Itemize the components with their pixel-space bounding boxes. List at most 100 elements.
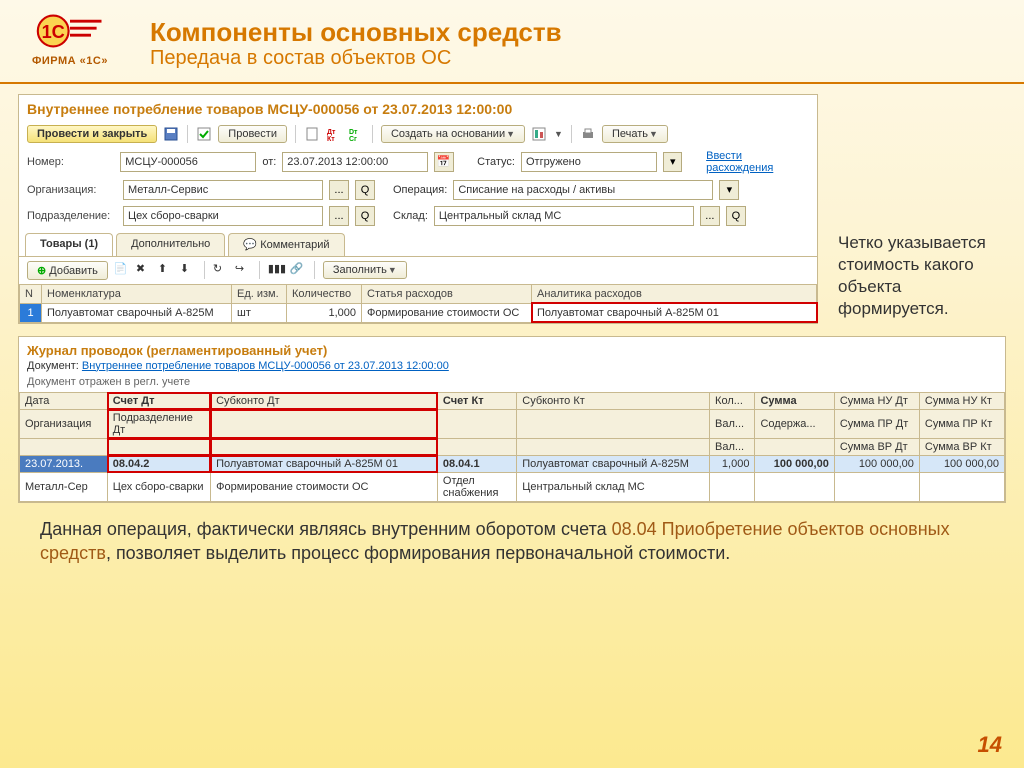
number-input[interactable]: МСЦУ-000056 <box>120 152 256 172</box>
redo-icon[interactable]: ↻ <box>213 262 229 278</box>
jcol-subdt: Субконто Дт <box>211 392 438 409</box>
number-label: Номер: <box>27 156 114 168</box>
post-button[interactable]: Провести <box>218 125 287 143</box>
print-icon[interactable] <box>580 126 596 142</box>
cell-qty: 1,000 <box>287 303 362 322</box>
cell-nom: Полуавтомат сварочный А-825М <box>42 303 232 322</box>
jcell-subdt: Полуавтомат сварочный А-825М 01 <box>211 455 438 472</box>
journal-row[interactable]: 23.07.2013. 08.04.2 Полуавтомат сварочны… <box>20 455 1005 472</box>
calendar-button[interactable]: 📅 <box>434 152 453 172</box>
doc-icon[interactable] <box>304 126 320 142</box>
print-button[interactable]: Печать▼ <box>602 125 668 143</box>
journal-doc-link[interactable]: Внутреннее потребление товаров МСЦУ-0000… <box>82 360 449 372</box>
jcol-val: Вал... <box>710 409 755 438</box>
svg-text:Dт: Dт <box>349 129 358 136</box>
jcol-podr: Подразделение Дт <box>107 409 210 438</box>
up-icon[interactable]: ⬆ <box>158 262 174 278</box>
goods-grid: N Номенклатура Ед. изм. Количество Стать… <box>19 284 817 323</box>
jcell-date: 23.07.2013. <box>20 455 108 472</box>
report-icon[interactable] <box>531 126 547 142</box>
from-label: от: <box>262 156 276 168</box>
status-drop-button[interactable]: ▾ <box>663 152 682 172</box>
tab-additional[interactable]: Дополнительно <box>116 233 225 256</box>
jcol-snu-dt: Сумма НУ Дт <box>834 392 919 409</box>
add-button[interactable]: ⊕ Добавить <box>27 261 108 280</box>
page-title: Компоненты основных средств <box>150 18 562 47</box>
dtkt-icon[interactable]: ДтКт <box>326 126 342 142</box>
delete-icon[interactable]: ✖ <box>136 262 152 278</box>
sklad-pick-button[interactable]: ... <box>700 206 720 226</box>
svg-text:Кт: Кт <box>327 136 335 142</box>
col-qty: Количество <box>287 284 362 303</box>
cell-n: 1 <box>20 303 42 322</box>
page-header: 1С ФИРМА «1С» Компоненты основных средст… <box>0 0 1024 78</box>
tabs: Товары (1) Дополнительно 💬Комментарий <box>19 233 817 257</box>
tab-comment[interactable]: 💬Комментарий <box>228 233 344 256</box>
from-input[interactable]: 23.07.2013 12:00:00 <box>282 152 428 172</box>
col-anal: Аналитика расходов <box>532 284 817 303</box>
org-label: Организация: <box>27 184 117 196</box>
podr-input[interactable]: Цех сборо-сварки <box>123 206 323 226</box>
jcell-skt: 08.04.1 <box>437 455 516 472</box>
tab-goods[interactable]: Товары (1) <box>25 233 113 256</box>
oper-drop-button[interactable]: ▾ <box>719 180 739 200</box>
post-and-close-button[interactable]: Провести и закрыть <box>27 125 157 143</box>
status-label: Статус: <box>477 156 515 168</box>
col-art: Статья расходов <box>362 284 532 303</box>
status-input[interactable]: Отгружено <box>521 152 657 172</box>
journal-row[interactable]: Металл-Сер Цех сборо-сварки Формирование… <box>20 472 1005 501</box>
dtkt-green-icon[interactable]: DтCг <box>348 126 364 142</box>
link-icon[interactable]: 🔗 <box>290 262 306 278</box>
jcell-sdt: 08.04.2 <box>107 455 210 472</box>
jcol-snu-kt: Сумма НУ Кт <box>919 392 1004 409</box>
copy-icon[interactable]: 📄 <box>114 262 130 278</box>
jcol-vs: Вал... <box>710 438 755 455</box>
journal-reflected: Документ отражен в регл. учете <box>19 376 1005 392</box>
page-number: 14 <box>978 732 1002 758</box>
journal-title: Журнал проводок (регламентированный учет… <box>19 337 1005 360</box>
fill-button[interactable]: Заполнить▼ <box>323 261 407 279</box>
toolbar-sep <box>571 125 572 143</box>
barcode-icon[interactable]: ▮▮▮ <box>268 262 284 278</box>
share-icon[interactable]: ↪ <box>235 262 251 278</box>
save-icon[interactable] <box>163 126 179 142</box>
jcol-sum: Сумма <box>755 392 834 409</box>
sklad-open-button[interactable]: Q <box>726 206 746 226</box>
down-icon[interactable]: ⬇ <box>180 262 196 278</box>
org-open-button[interactable]: Q <box>355 180 375 200</box>
jcol-skt: Счет Кт <box>437 392 516 409</box>
doc-title: Внутреннее потребление товаров МСЦУ-0000… <box>19 95 817 121</box>
org-input[interactable]: Металл-Сервис <box>123 180 323 200</box>
jcell-skt2: Отдел снабжения <box>437 472 516 501</box>
jcell-subkt: Полуавтомат сварочный А-825М <box>517 455 710 472</box>
goods-toolbar: ⊕ Добавить 📄 ✖ ⬆ ⬇ ↻ ↪ ▮▮▮ 🔗 Заполнить▼ <box>19 257 817 284</box>
jcol-svr-dt: Сумма ВР Дт <box>834 438 919 455</box>
podr-open-button[interactable]: Q <box>355 206 375 226</box>
comment-icon: 💬 <box>243 238 257 252</box>
podr-pick-button[interactable]: ... <box>329 206 349 226</box>
toolbar-sep <box>187 125 188 143</box>
table-row[interactable]: 1 Полуавтомат сварочный А-825М шт 1,000 … <box>20 303 817 322</box>
doc-toolbar: Провести и закрыть Провести ДтКт DтCг Со… <box>19 121 817 147</box>
jcell-snukt: 100 000,00 <box>919 455 1004 472</box>
jcell-subkt2: Центральный склад МС <box>517 472 710 501</box>
jcell-org: Металл-Сер <box>20 472 108 501</box>
jcol-svr-kt: Сумма ВР Кт <box>919 438 1004 455</box>
svg-text:Дт: Дт <box>327 129 336 136</box>
svg-text:1С: 1С <box>42 22 65 42</box>
jcol-spr-kt: Сумма ПР Кт <box>919 409 1004 438</box>
side-note: Четко указывается стоимость какого объек… <box>838 232 998 320</box>
oper-label: Операция: <box>393 184 447 196</box>
toolbar-sep <box>295 125 296 143</box>
jcol-kol: Кол... <box>710 392 755 409</box>
create-base-button[interactable]: Создать на основании▼ <box>381 125 525 143</box>
post-icon[interactable] <box>196 126 212 142</box>
sklad-input[interactable]: Центральный склад МС <box>434 206 694 226</box>
jcell-subdt2: Формирование стоимости ОС <box>211 472 438 501</box>
oper-input[interactable]: Списание на расходы / активы <box>453 180 713 200</box>
journal-table: Дата Счет Дт Субконто Дт Счет Кт Субконт… <box>19 392 1005 502</box>
org-pick-button[interactable]: ... <box>329 180 349 200</box>
divider-line <box>0 82 1024 84</box>
jcell-podr: Цех сборо-сварки <box>107 472 210 501</box>
diff-link[interactable]: Ввести расхождения <box>706 150 809 174</box>
